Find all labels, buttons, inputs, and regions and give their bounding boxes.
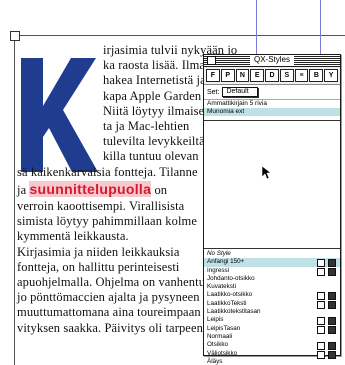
style-list: No Style Anfangi 150+ Ingressi Johdanto-ots… xyxy=(204,249,340,365)
set-list-item[interactable]: Ammattikirjain 5 rivia xyxy=(204,100,340,108)
style-list-item[interactable]: Johdanto-otsikko xyxy=(204,275,340,283)
close-box-icon[interactable] xyxy=(207,56,216,65)
document-window: { "document": { "lines_short": [ "irjasi… xyxy=(0,0,345,365)
body-text-line: verroin kaoottisempi. Virallisista xyxy=(17,199,185,213)
style-name: Johdanto-otsikko xyxy=(207,274,255,282)
toolbar-button[interactable]: S xyxy=(279,69,294,82)
style-list-item[interactable]: Kuvateksti xyxy=(204,283,340,291)
style-name: Otsikko xyxy=(207,341,228,349)
highlighted-word[interactable]: suunnittelupuolla xyxy=(29,180,152,197)
toolbar-button[interactable]: D xyxy=(265,69,279,82)
palette-empty-area xyxy=(204,121,340,249)
style-list-item[interactable]: Äläys xyxy=(204,358,340,365)
style-list-item[interactable]: Laatikko-otsikko xyxy=(204,291,340,301)
body-text-line: jo pönttömaccien ajalta ja pysyneen xyxy=(17,290,200,305)
style-list-item[interactable]: Väliotsikko xyxy=(204,349,340,359)
text-fragment: ja xyxy=(17,182,30,197)
palette-title: QX-Styles xyxy=(249,55,295,65)
toolbar-button[interactable]: E xyxy=(250,69,265,82)
style-name: Anfangi 150+ xyxy=(207,258,245,266)
text-fragment: on xyxy=(151,182,168,197)
style-list-item[interactable]: Laatikkotekstitasan xyxy=(204,308,340,316)
style-name: Väliotsikko xyxy=(207,349,238,357)
body-text-line: vityksen saakka. Päivitys oli tarpeen mu… xyxy=(17,320,233,335)
set-dropdown[interactable]: Default xyxy=(222,87,259,97)
toolbar-button[interactable]: ≡ xyxy=(294,69,309,82)
toolbar-button[interactable]: B xyxy=(309,69,324,82)
style-list-item[interactable]: LaatikkoTeksti xyxy=(204,299,340,309)
page-margin-guide-top xyxy=(14,35,345,36)
toolbar-button[interactable]: P xyxy=(220,69,235,82)
style-list-item[interactable]: Leipis xyxy=(204,316,340,326)
mouse-pointer-icon xyxy=(262,166,272,180)
body-text-line: kymmentä leikkausta. xyxy=(17,229,129,244)
toolbar-button[interactable]: Y xyxy=(324,69,339,82)
style-name: Leipis xyxy=(207,316,224,324)
set-list-item[interactable]: Munomia ext xyxy=(204,108,340,116)
style-name: Laatikkotekstitasan xyxy=(207,308,261,316)
body-text-line: Kirjasimia ja niiden leikkauksia xyxy=(17,244,180,259)
body-text-line: apuohjelmalla. Ohjelma on vanhentunut xyxy=(17,275,222,289)
style-name: Ingressi xyxy=(207,266,230,274)
style-list-item[interactable]: Ingressi xyxy=(204,266,340,276)
highlighted-text-line: ja suunnittelupuolla on xyxy=(17,180,168,198)
style-list-item[interactable]: Anfangi 150+ xyxy=(204,258,340,268)
body-text-line: ta ja Mac-lehtien xyxy=(103,119,190,133)
style-name: Äläys xyxy=(207,357,223,365)
palette-title-bar[interactable]: QX-Styles xyxy=(204,55,340,67)
set-row: Set: Default xyxy=(204,85,340,100)
style-name: Normaali xyxy=(207,332,233,340)
body-text-line: fontteja, on hallittu perinteisesti xyxy=(17,259,180,274)
body-text-line: killa tuntuu olevan xyxy=(103,149,199,164)
style-name: Kuvateksti xyxy=(207,283,237,291)
style-name: Laatikko-otsikko xyxy=(207,291,253,299)
page-margin-guide-left xyxy=(14,35,15,365)
drop-cap-letter-k[interactable] xyxy=(19,58,99,172)
qx-styles-palette[interactable]: QX-Styles F P N E D S ≡ B Y Set: Default Ammatti… xyxy=(203,54,341,365)
body-text-line: Niitä löytyy ilmaiseksi xyxy=(103,103,220,118)
palette-toolbar: F P N E D S ≡ B Y xyxy=(204,67,340,85)
style-list-item[interactable]: LeipisTasan xyxy=(204,324,340,334)
body-text-line: sä kaikenkarvaisia fontteja. Tilanne xyxy=(17,164,198,179)
set-label: Set: xyxy=(207,88,220,96)
toolbar-button[interactable]: F xyxy=(206,69,220,82)
style-name: LeipisTasan xyxy=(207,324,241,332)
column-guide xyxy=(320,0,321,62)
column-guide xyxy=(256,0,257,62)
style-list-item[interactable]: Normaali xyxy=(204,333,340,341)
style-list-item[interactable]: Otsikko xyxy=(204,341,340,351)
body-text-line: muuttumattomana aina toureimpaan xyxy=(17,305,201,320)
body-text-line: tulevilta levykkeiltä xyxy=(103,134,205,149)
style-list-item[interactable]: No Style xyxy=(204,250,340,258)
body-text-line: simista löytyy pahimmillaan kolme xyxy=(17,214,198,229)
toolbar-button[interactable]: N xyxy=(235,69,250,82)
set-list: Ammattikirjain 5 rivia Munomia ext xyxy=(204,100,340,121)
page-corner-handle[interactable] xyxy=(10,31,20,41)
style-name: LaatikkoTeksti xyxy=(207,299,247,307)
style-name: No Style xyxy=(207,250,231,257)
